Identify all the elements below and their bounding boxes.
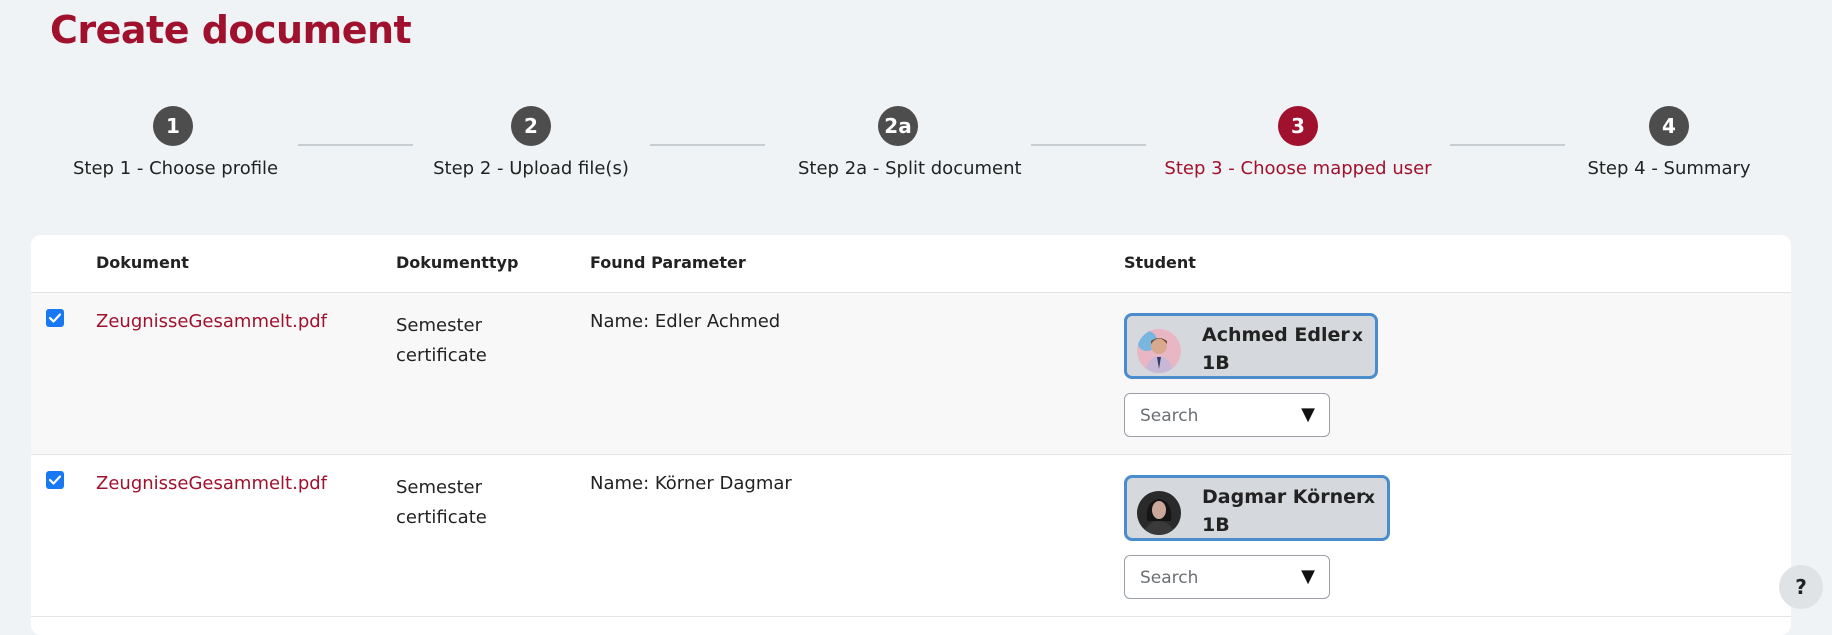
- student-name: Dagmar Körner: [1202, 486, 1366, 508]
- student-search-select[interactable]: Search ▼: [1124, 555, 1330, 599]
- document-type: Semester certificate: [396, 311, 487, 371]
- document-type-line: certificate: [396, 507, 487, 528]
- row-checkbox[interactable]: [46, 309, 64, 327]
- step-label: Step 1 - Choose profile: [73, 158, 279, 179]
- student-class: 1B: [1202, 352, 1230, 374]
- student-avatar-image: [1137, 329, 1181, 373]
- search-placeholder: Search: [1140, 568, 1199, 588]
- step-1[interactable]: 1 Step 1 - Choose profile: [73, 106, 279, 179]
- found-parameter: Name: Edler Achmed: [590, 311, 781, 332]
- document-type: Semester certificate: [396, 473, 487, 533]
- column-header-document[interactable]: Dokument: [96, 253, 189, 272]
- step-number: 2a: [878, 106, 918, 146]
- step-connector: [1450, 144, 1565, 146]
- check-icon: [48, 475, 62, 485]
- step-number: 4: [1649, 106, 1689, 146]
- remove-student-button[interactable]: x: [1352, 326, 1363, 346]
- student-name: Achmed Edler: [1202, 324, 1350, 346]
- student-class: 1B: [1202, 514, 1230, 536]
- step-connector: [1031, 144, 1146, 146]
- step-label: Step 4 - Summary: [1587, 158, 1751, 179]
- document-type-line: certificate: [396, 345, 487, 366]
- document-type-line: Semester: [396, 315, 483, 336]
- step-number: 1: [153, 106, 193, 146]
- step-label: Step 2 - Upload file(s): [433, 158, 629, 179]
- step-label: Step 3 - Choose mapped user: [1164, 158, 1432, 179]
- step-number: 3: [1278, 106, 1318, 146]
- step-connector: [298, 144, 413, 146]
- chevron-down-icon: ▼: [1301, 566, 1315, 587]
- student-chip: Dagmar Körner 1B x: [1124, 475, 1390, 541]
- chevron-down-icon: ▼: [1301, 404, 1315, 425]
- student-search-select[interactable]: Search ▼: [1124, 393, 1330, 437]
- column-header-param[interactable]: Found Parameter: [590, 253, 746, 272]
- check-icon: [48, 313, 62, 323]
- document-type-line: Semester: [396, 477, 483, 498]
- mapping-table: Dokument Dokumenttyp Found Parameter Stu…: [31, 235, 1791, 635]
- table-row: ZeugnisseGesammelt.pdf Semester certific…: [31, 455, 1791, 617]
- step-4[interactable]: 4 Step 4 - Summary: [1569, 106, 1769, 179]
- step-2[interactable]: 2 Step 2 - Upload file(s): [431, 106, 631, 179]
- document-link[interactable]: ZeugnisseGesammelt.pdf: [96, 473, 327, 494]
- avatar: [1137, 491, 1181, 535]
- student-chip: Achmed Edler 1B x: [1124, 313, 1378, 379]
- student-avatar-image: [1137, 491, 1181, 535]
- step-label: Step 2a - Split document: [798, 158, 1022, 179]
- remove-student-button[interactable]: x: [1364, 488, 1375, 508]
- row-checkbox[interactable]: [46, 471, 64, 489]
- avatar: [1137, 329, 1181, 373]
- step-3[interactable]: 3 Step 3 - Choose mapped user: [1158, 106, 1438, 179]
- table-row: ZeugnisseGesammelt.pdf Semester certific…: [31, 293, 1791, 455]
- step-connector: [650, 144, 765, 146]
- step-number: 2: [511, 106, 551, 146]
- table-header: Dokument Dokumenttyp Found Parameter Stu…: [31, 235, 1791, 293]
- stepper: 1 Step 1 - Choose profile 2 Step 2 - Upl…: [0, 0, 1832, 200]
- column-header-student[interactable]: Student: [1124, 253, 1196, 272]
- document-link[interactable]: ZeugnisseGesammelt.pdf: [96, 311, 327, 332]
- search-placeholder: Search: [1140, 406, 1199, 426]
- step-2a[interactable]: 2a Step 2a - Split document: [798, 106, 1022, 179]
- column-header-doctype[interactable]: Dokumenttyp: [396, 253, 518, 272]
- help-button[interactable]: ?: [1779, 565, 1823, 609]
- found-parameter: Name: Körner Dagmar: [590, 473, 792, 494]
